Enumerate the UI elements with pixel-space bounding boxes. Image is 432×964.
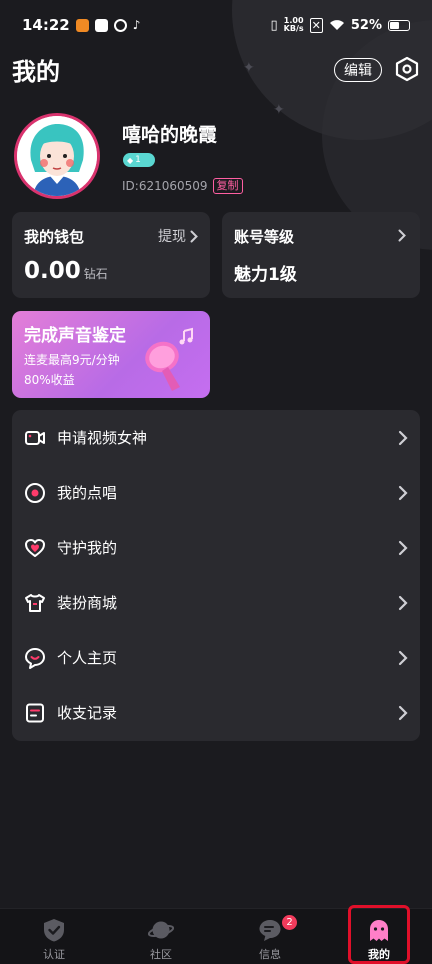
- settings-hexagon-icon[interactable]: [394, 56, 420, 82]
- level-badge: ◆ 1: [123, 153, 155, 167]
- chat-face-icon: [25, 647, 45, 669]
- heart-icon: [25, 538, 45, 557]
- menu-item-guardians[interactable]: 守护我的: [12, 520, 420, 575]
- account-level-value: 魅力1级: [234, 265, 297, 285]
- user-id: ID:621060509: [122, 179, 208, 193]
- chevron-right-icon: [398, 430, 408, 445]
- menu-item-apply-video-goddess[interactable]: 申请视频女神: [12, 410, 420, 465]
- status-bar: 14:22 ♪ ▯ 1.00 KB/s ✕ 52%: [0, 0, 432, 50]
- wallet-title: 我的钱包: [24, 228, 85, 246]
- video-camera-icon: [25, 430, 45, 445]
- tshirt-icon: [25, 593, 45, 612]
- nav-tab-community[interactable]: 社区: [111, 909, 211, 964]
- status-time: 14:22: [22, 16, 70, 34]
- menu-item-transaction-records[interactable]: 收支记录: [12, 685, 420, 740]
- ledger-icon: [26, 703, 44, 722]
- withdraw-button[interactable]: 提现: [158, 226, 198, 246]
- chevron-right-icon: [398, 650, 408, 665]
- user-id-row: ID:621060509 复制: [122, 178, 243, 194]
- nav-tab-verify[interactable]: 认证: [4, 909, 104, 964]
- page-header: 我的 编辑: [0, 50, 432, 90]
- app-notification-icon: [94, 18, 108, 32]
- app-notification-icon: [113, 18, 127, 32]
- microphone-icon: [145, 327, 193, 391]
- unread-badge: 2: [282, 915, 297, 930]
- chevron-right-icon: [190, 230, 198, 242]
- battery-percent: 52%: [350, 17, 382, 33]
- chevron-right-icon: [398, 705, 408, 720]
- chevron-right-icon: [398, 540, 408, 555]
- voice-certification-banner[interactable]: 完成声音鉴定 连麦最高9元/分钟 80%收益: [12, 311, 210, 398]
- page-title: 我的: [12, 58, 60, 86]
- planet-icon: [148, 921, 174, 939]
- profile-screen: ✦ ✦ 14:22 ♪ ▯ 1.00 KB/s ✕ 52% 我的 编辑 嘻哈的晚…: [0, 0, 432, 964]
- message-icon: [259, 920, 281, 941]
- selection-highlight-box: [348, 905, 410, 964]
- avatar[interactable]: [14, 113, 100, 199]
- account-level-card[interactable]: 账号等级 魅力1级: [222, 212, 420, 298]
- wifi-icon: [329, 20, 344, 30]
- sparkle-icon: ✦: [273, 102, 285, 118]
- chevron-right-icon: [398, 485, 408, 500]
- balance-unit: 钻石: [83, 267, 108, 281]
- banner-subtitle: 80%收益: [24, 373, 75, 387]
- account-level-title: 账号等级: [234, 228, 295, 246]
- avatar-illustration: [17, 116, 97, 196]
- diamond-icon: ◆: [127, 155, 134, 165]
- chevron-right-icon: [398, 229, 406, 242]
- record-disc-icon: [25, 482, 45, 503]
- wallet-balance: 0.00 钻石: [24, 258, 108, 284]
- menu-item-dress-up-store[interactable]: 装扮商城: [12, 575, 420, 630]
- network-speed: 1.00 KB/s: [283, 16, 304, 33]
- shield-check-icon: [44, 919, 64, 942]
- nav-tab-messages[interactable]: 2 信息: [220, 909, 320, 964]
- banner-title: 完成声音鉴定: [24, 326, 126, 346]
- battery-icon: [388, 19, 410, 31]
- tiktok-icon: ♪: [132, 18, 141, 32]
- username: 嘻哈的晚霞: [122, 124, 218, 146]
- balance-amount: 0.00: [24, 258, 81, 284]
- wallet-card[interactable]: 我的钱包 提现 0.00 钻石: [12, 212, 210, 298]
- sim-icon: ✕: [309, 17, 323, 33]
- edit-profile-button[interactable]: 编辑: [334, 58, 382, 82]
- vibrate-icon: ▯: [270, 17, 278, 33]
- menu-item-personal-homepage[interactable]: 个人主页: [12, 630, 420, 685]
- app-notification-icon: [75, 18, 89, 32]
- menu-list: 申请视频女神 我的点唱 守护我的 装扮商城 个人主页 收支记录: [12, 410, 420, 741]
- banner-subtitle: 连麦最高9元/分钟: [24, 353, 120, 367]
- copy-id-button[interactable]: 复制: [212, 178, 243, 194]
- menu-item-my-songs[interactable]: 我的点唱: [12, 465, 420, 520]
- chevron-right-icon: [398, 595, 408, 610]
